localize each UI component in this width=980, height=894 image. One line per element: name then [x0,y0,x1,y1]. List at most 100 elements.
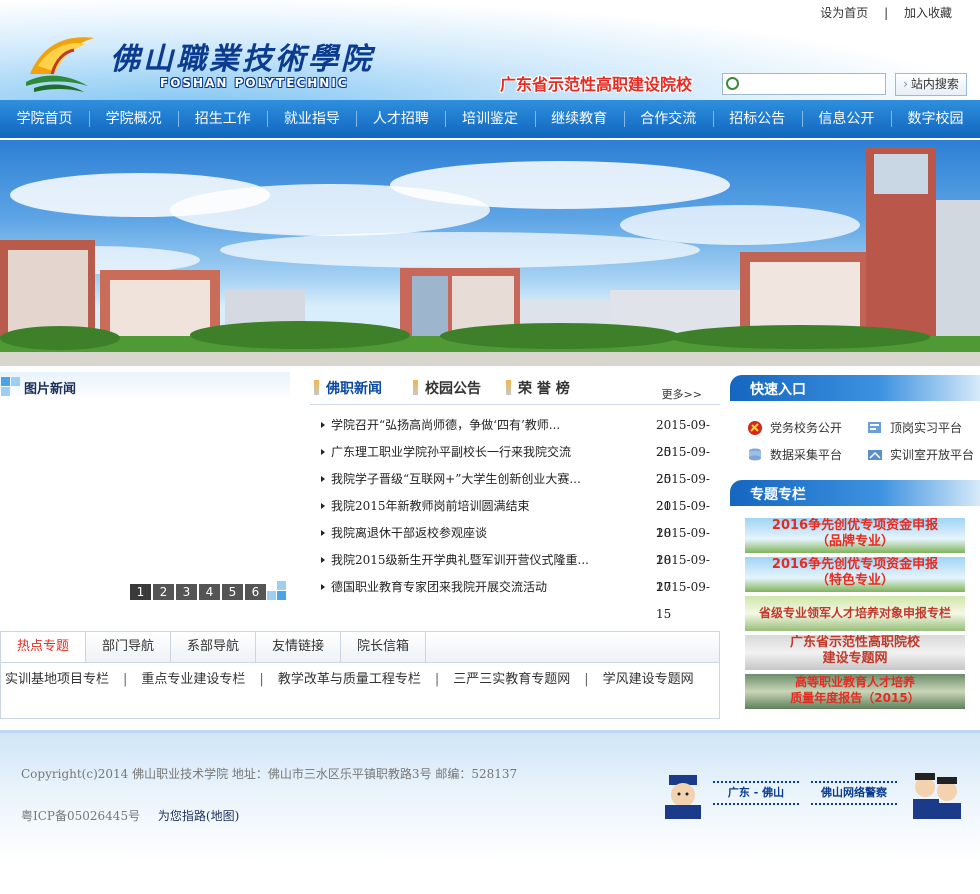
nav-item-continuing-education[interactable]: 继续教育 [534,100,624,138]
police-label-guangdong-foshan[interactable]: 广东 - 佛山 [713,781,799,805]
slide-page-2[interactable]: 2 [153,584,174,600]
tab-honor-roll[interactable]: 荣 誉 榜 [506,378,570,398]
site-footer: Copyright(c)2014 佛山职业技术学院 地址：佛山市三水区乐平镇职教… [0,730,980,894]
quick-entry-header: 快速入口 [730,375,980,401]
news-item[interactable]: 广东理工职业学院孙平副校长一行来我院交流 2015-09-25 [310,439,720,486]
topic-banner-line1: 省级专业领军人才培养对象申报专栏 [758,606,951,620]
nav-item-admissions[interactable]: 招生工作 [178,100,267,138]
picture-news-slideshow[interactable]: 1 2 3 4 5 6 [0,402,268,602]
hot-topics-links: 实训基地项目专栏 | 重点专业建设专栏 | 教学改革与质量工程专栏 | 三严三实教育专题网 |… [1,668,719,687]
news-item[interactable]: 我院2015级新生开学典礼暨军训开营仪式隆重... 2015-09-17 [310,547,720,594]
tab-hot-topics[interactable]: 热点专题 [1,632,86,662]
news-item[interactable]: 我院2015年新教师岗前培训圆满结束 2015-09-18 [310,493,720,540]
slide-page-5[interactable]: 5 [222,584,243,600]
topic-banner-line1: 高等职业教育人才培养 [794,675,915,689]
news-list: 学院召开“弘扬高尚师德，争做‘四有’教师... 2015-09-25 广东理工职业… [310,412,720,621]
topic-banner-line1: 广东省示范性高职院校 [789,635,920,650]
header-slogan: 广东省示范性高职建设院校 [500,75,693,94]
topic-banner-brand-major[interactable]: 2016争先创优专项资金申报 （品牌专业） [745,518,965,553]
school-name-cn: 佛山職業技術學院 [110,42,374,77]
tab-faculty-nav[interactable]: 系部导航 [171,632,256,662]
main-nav: 学院首页 学院概况 招生工作 就业指导 人才招聘 培训鉴定 继续教育 合作交流 … [0,100,980,138]
link-three-strict-education[interactable]: 三严三实教育专题网 [453,672,570,687]
news-item[interactable]: 我院学子晋级“互联网+”大学生创新创业大赛... 2015-09-21 [310,466,720,513]
footer-icp: 粤ICP备05026445号 为您指路(地图) [21,807,239,824]
nav-item-home[interactable]: 学院首页 [0,100,89,138]
quick-link-internship[interactable]: 顶岗实习平台 [865,419,962,437]
nav-item-recruitment[interactable]: 人才招聘 [356,100,445,138]
picture-news-header: 图片新闻 [0,372,290,400]
slide-page-4[interactable]: 4 [199,584,220,600]
news-item-title[interactable]: 我院2015年新教师岗前培训圆满结束 [331,493,631,520]
link-study-style[interactable]: 学风建设专题网 [603,672,694,687]
links-tabs: 热点专题 部门导航 系部导航 友情链接 院长信箱 [1,632,719,663]
news-item[interactable]: 学院召开“弘扬高尚师德，争做‘四有’教师... 2015-09-25 [310,412,720,459]
map-directions-link[interactable]: 为您指路(地图) [158,809,239,823]
slide-page-3[interactable]: 3 [176,584,197,600]
tab-department-nav[interactable]: 部门导航 [86,632,171,662]
news-panel: 佛职新闻 校园公告 荣 誉 榜 更多>> 学院召开“弘扬高尚师德，争做‘四有’教… [310,372,720,621]
set-homepage-link[interactable]: 设为首页 [820,6,868,20]
police-label-foshan-cyber[interactable]: 佛山网络警察 [811,781,897,805]
news-more-link[interactable]: 更多>> [662,386,702,402]
nav-item-employment[interactable]: 就业指导 [267,100,356,138]
quick-entry-panel: 党务校务公开 顶岗实习平台 数据采集平台 实训室开放平台 [745,415,975,475]
news-item[interactable]: 德国职业教育专家团来我院开展交流活动 2015-09-15 [310,574,720,621]
lab-platform-icon [868,450,882,460]
add-favorite-link[interactable]: 加入收藏 [904,6,952,20]
nav-item-digital-campus[interactable]: 数字校园 [890,100,980,138]
search-box [722,73,886,95]
link-teaching-reform[interactable]: 教学改革与质量工程专栏 [278,672,421,687]
icp-number[interactable]: 粤ICP备05026445号 [21,809,140,823]
topics-header: 专题专栏 [730,480,980,506]
quick-link-party-affairs[interactable]: 党务校务公开 [745,419,842,437]
quick-link-label: 党务校务公开 [770,421,843,435]
squares-icon [1,377,20,396]
squares-icon [267,581,286,600]
topic-banner-talent-declaration[interactable]: 省级专业领军人才培养对象申报专栏 [745,596,965,631]
links-panel: 热点专题 部门导航 系部导航 友情链接 院长信箱 实训基地项目专栏 | 重点专业建设… [0,631,720,719]
police-officer-icon[interactable] [655,769,711,819]
topics-list: 2016争先创优专项资金申报 （品牌专业） 2016争先创优专项资金申报 （特色… [745,518,965,713]
tab-president-mailbox[interactable]: 院长信箱 [341,632,426,662]
tab-foshan-news[interactable]: 佛职新闻 [314,378,382,398]
police-officers-icon[interactable] [905,769,965,819]
cyber-police-badges: 广东 - 佛山 佛山网络警察 [655,763,975,823]
slide-page-6[interactable]: 6 [245,584,266,600]
tab-friendly-links[interactable]: 友情链接 [256,632,341,662]
nav-item-cooperation[interactable]: 合作交流 [623,100,713,138]
search-button[interactable]: 站内搜索 [895,73,967,96]
link-separator: | [434,672,440,687]
nav-item-overview[interactable]: 学院概况 [89,100,178,138]
quick-link-data-collection[interactable]: 数据采集平台 [745,446,842,464]
news-item-title[interactable]: 学院召开“弘扬高尚师德，争做‘四有’教师... [331,412,631,439]
topic-banner-line2: 质量年度报告（2015） [790,691,920,705]
link-separator: | [259,672,264,687]
news-item-title[interactable]: 我院学子晋级“互联网+”大学生创新创业大赛... [331,466,631,493]
topic-banner-line2: （品牌专业） [815,534,894,549]
link-training-base[interactable]: 实训基地项目专栏 [5,672,109,687]
news-item-title[interactable]: 我院离退休干部返校参观座谈 [331,520,631,547]
tab-campus-notices[interactable]: 校园公告 [413,378,481,398]
quick-link-lab-open[interactable]: 实训室开放平台 [865,446,974,464]
news-item-title[interactable]: 广东理工职业学院孙平副校长一行来我院交流 [331,439,631,466]
news-item-title[interactable]: 德国职业教育专家团来我院开展交流活动 [331,574,631,601]
internship-platform-icon [868,422,881,433]
topic-banner-line1: 2016争先创优专项资金申报 [771,557,939,572]
nav-item-tenders[interactable]: 招标公告 [712,100,802,138]
topic-banner-special-major[interactable]: 2016争先创优专项资金申报 （特色专业） [745,557,965,592]
quick-link-label: 数据采集平台 [770,448,843,462]
slide-page-1[interactable]: 1 [130,584,151,600]
nav-item-training[interactable]: 培训鉴定 [445,100,534,138]
topic-banner-demo-college[interactable]: 广东省示范性高职院校 建设专题网 [745,635,965,670]
link-key-major-construction[interactable]: 重点专业建设专栏 [141,672,245,687]
school-logo-icon[interactable] [24,26,98,94]
nav-item-info-disclosure[interactable]: 信息公开 [801,100,891,138]
search-input[interactable] [741,75,883,93]
news-item[interactable]: 我院离退休干部返校参观座谈 2015-09-18 [310,520,720,567]
picture-news-title: 图片新闻 [24,382,77,397]
topic-banner-quality-report[interactable]: 高等职业教育人才培养 质量年度报告（2015） [745,674,965,709]
news-item-title[interactable]: 我院2015级新生开学典礼暨军训开营仪式隆重... [331,547,631,574]
campus-illustration [0,148,980,366]
topic-banner-line2: （特色专业） [815,573,894,588]
